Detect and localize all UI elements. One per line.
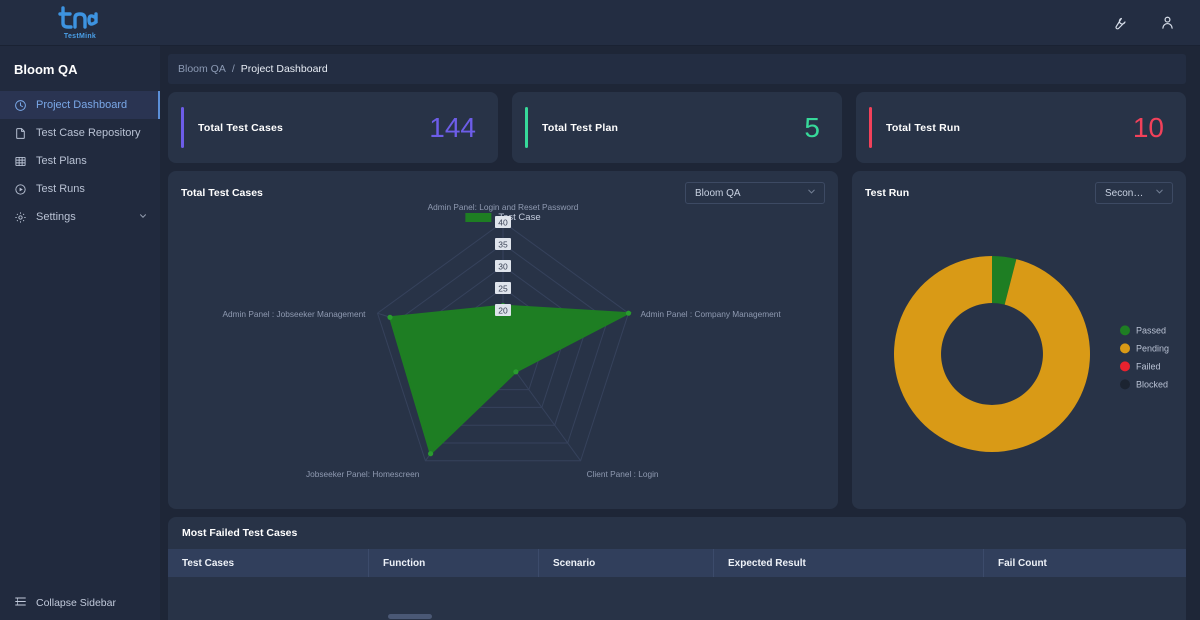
sidebar-item-label: Settings [36,211,76,223]
wrench-icon[interactable] [1108,12,1130,34]
accent-bar [869,107,872,148]
sidebar-item-project-dashboard[interactable]: Project Dashboard [0,91,160,119]
column-header-expected-result[interactable]: Expected Result [713,549,983,577]
gear-icon [14,211,27,224]
sidebar-nav: Project Dashboard Test Case Repository T… [0,91,160,231]
accent-bar [181,107,184,148]
legend-item-passed[interactable]: Passed [1119,325,1169,336]
chevron-down-icon [1154,186,1165,200]
collapse-sidebar-label: Collapse Sidebar [36,597,116,609]
breadcrumb-root[interactable]: Bloom QA [178,63,226,75]
collapse-list-icon [14,595,27,611]
legend-dot [1119,379,1130,390]
brand-logo[interactable]: TestMink [0,5,160,40]
column-header-function[interactable]: Function [368,549,538,577]
file-icon [14,127,27,140]
project-select[interactable]: Bloom QA [685,182,825,204]
breadcrumb: Bloom QA / Project Dashboard [168,54,1186,84]
project-select-value: Bloom QA [695,187,741,199]
breadcrumb-current: Project Dashboard [240,63,328,75]
test-run-panel: Test Run Second R... [852,171,1186,509]
legend-item-pending[interactable]: Pending [1119,343,1169,354]
dashboard-clock-icon [14,99,27,112]
accent-bar [525,107,528,148]
test-run-select-value: Second R... [1105,187,1146,199]
panel-title: Test Run [865,187,910,199]
panel-title: Total Test Cases [181,187,263,199]
play-circle-icon [14,183,27,196]
legend-label: Pending [1135,343,1169,354]
panel-header: Total Test Cases Bloom QA [181,182,825,204]
sidebar-item-test-runs[interactable]: Test Runs [0,175,160,203]
sidebar: Bloom QA Project Dashboard Test Case Rep… [0,46,160,620]
chevron-down-icon [138,211,148,224]
svg-text:Admin Panel : Company Manageme: Admin Panel : Company Management [641,309,782,319]
sidebar-item-label: Test Runs [36,183,85,195]
main-area: Bloom QA / Project Dashboard Total Test … [160,46,1200,620]
collapse-sidebar-button[interactable]: Collapse Sidebar [0,586,160,620]
donut-chart-body: Passed Pending Failed Blocked [865,204,1173,498]
legend-item-failed[interactable]: Failed [1119,361,1169,372]
stat-card-value: 144 [429,111,476,143]
svg-text:25: 25 [498,283,508,293]
legend-dot [1119,361,1130,372]
chevron-down-icon [806,186,817,200]
svg-text:30: 30 [498,261,508,271]
stat-card-label: Total Test Plan [542,121,619,134]
svg-text:Jobseeker Panel: Homescreen: Jobseeker Panel: Homescreen [306,469,420,479]
legend-dot [1119,325,1130,336]
user-icon[interactable] [1156,12,1178,34]
total-test-cases-panel: Total Test Cases Bloom QA Test Case 20 2… [168,171,838,509]
svg-text:40: 40 [498,217,508,227]
legend-label: Failed [1135,361,1161,372]
sidebar-project-title: Bloom QA [14,62,78,77]
legend-label: Passed [1135,325,1166,336]
column-header-fail-count[interactable]: Fail Count [983,549,1186,577]
donut-legend: Passed Pending Failed Blocked [1119,325,1169,390]
stat-card-label: Total Test Cases [198,121,284,134]
stat-card-value: 5 [804,111,820,143]
stat-card-label: Total Test Run [886,121,961,134]
top-bar: TestMink [0,0,1200,46]
horizontal-scrollbar[interactable] [388,614,432,619]
legend-item-blocked[interactable]: Blocked [1119,379,1169,390]
sidebar-item-label: Project Dashboard [36,99,128,111]
sidebar-item-settings[interactable]: Settings [0,203,160,231]
radar-chart: 20 25 30 35 40 Admin Panel: Login and Reset P… [181,202,825,498]
legend-label: Blocked [1135,379,1168,390]
svg-text:Admin Panel : Jobseeker Manage: Admin Panel : Jobseeker Management [223,309,367,319]
sidebar-item-test-case-repository[interactable]: Test Case Repository [0,119,160,147]
svg-text:Admin Panel: Login and Reset P: Admin Panel: Login and Reset Password [428,204,579,212]
brand-name: TestMink [63,32,97,40]
stat-card-total-test-plan[interactable]: Total Test Plan 5 [512,92,842,163]
column-header-scenario[interactable]: Scenario [538,549,713,577]
stat-card-total-test-run[interactable]: Total Test Run 10 [856,92,1186,163]
grid-table-icon [14,155,27,168]
top-bar-actions [1108,12,1200,34]
dashboard-content: Total Test Cases 144 Total Test Plan 5 T… [160,84,1200,620]
dashboard-app: TestMink Bloom QA Project Dashboard Test… [0,0,1200,620]
sidebar-item-label: Test Case Repository [36,127,141,139]
column-header-test-cases[interactable]: Test Cases [168,549,368,577]
stat-card-value: 10 [1132,111,1164,143]
sidebar-item-test-plans[interactable]: Test Plans [0,147,160,175]
radar-chart-body: Test Case 20 25 30 35 40 Admin Panel: Login a… [181,202,825,498]
table-title: Most Failed Test Cases [182,527,298,539]
svg-text:Client Panel : Login: Client Panel : Login [587,469,659,479]
testmink-logo-icon [58,5,102,35]
stat-cards: Total Test Cases 144 Total Test Plan 5 T… [168,92,1186,163]
breadcrumb-separator: / [231,63,235,75]
charts-row: Total Test Cases Bloom QA Test Case 20 2… [168,171,1186,509]
svg-text:35: 35 [498,239,508,249]
test-run-select[interactable]: Second R... [1095,182,1173,204]
panel-header: Test Run Second R... [865,182,1173,204]
stat-card-total-test-cases[interactable]: Total Test Cases 144 [168,92,498,163]
legend-dot [1119,343,1130,354]
most-failed-test-cases-panel: Most Failed Test Cases Test Cases Functi… [168,517,1186,620]
table-header-row: Test Cases Function Scenario Expected Re… [168,549,1186,577]
svg-text:20: 20 [498,305,508,315]
sidebar-item-label: Test Plans [36,155,87,167]
